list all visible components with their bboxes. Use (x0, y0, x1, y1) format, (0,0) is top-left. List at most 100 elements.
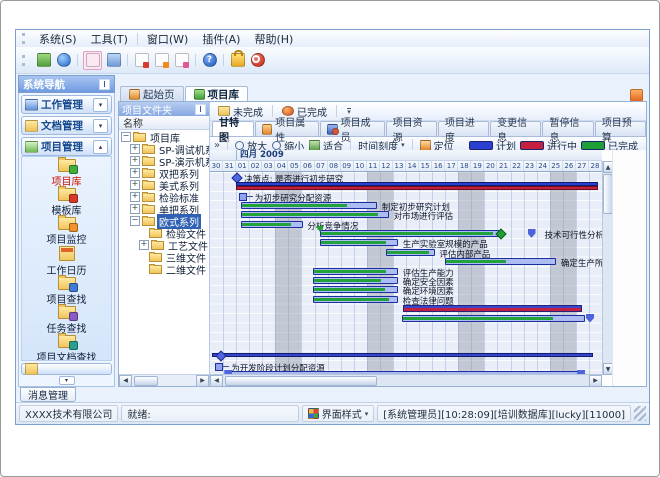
ui-style-selector[interactable]: 界面样式 ▾ (302, 405, 375, 422)
gantt-task-bar[interactable] (241, 202, 377, 209)
deadline-marker-icon[interactable] (528, 229, 536, 238)
expand-icon[interactable]: + (130, 156, 140, 166)
chevron-up-icon[interactable]: ▴ (93, 140, 108, 154)
report-pink-icon[interactable] (173, 52, 190, 69)
menu-item[interactable]: 帮助(H) (247, 30, 300, 48)
gantt-inprogress-bar[interactable] (403, 305, 582, 312)
weekend-shading (550, 172, 563, 375)
gantt-tab-项目预算[interactable]: 项目预算 (595, 121, 646, 136)
sidebar-item-项目库[interactable]: 项目库 (52, 159, 82, 188)
gantt-tab-项目属性[interactable]: 项目属性 (255, 121, 319, 136)
folder-monitor-icon (58, 217, 76, 230)
pin-icon[interactable] (99, 79, 110, 90)
folder-open-icon[interactable] (83, 51, 102, 70)
message-manager-tab[interactable]: 消息管理 (20, 387, 76, 402)
grid-line (236, 172, 237, 375)
badge (69, 223, 78, 232)
scroll-thumb[interactable] (225, 376, 377, 386)
expand-icon[interactable]: + (139, 240, 149, 250)
gantt-task-bar[interactable] (241, 221, 302, 228)
sidebar-item-项目文档查找[interactable]: 项目文档查找 (37, 335, 97, 361)
menu-item[interactable]: 插件(A) (195, 30, 247, 48)
gantt-tab-项目资源[interactable]: 项目资源 (386, 121, 437, 136)
sidebar-item-项目查找[interactable]: 项目查找 (47, 277, 87, 306)
collapse-icon[interactable]: − (121, 132, 131, 142)
globe-icon[interactable] (55, 52, 72, 69)
image-icon[interactable] (35, 52, 52, 69)
help-icon[interactable]: ? (201, 52, 218, 69)
deadline-marker-icon[interactable] (586, 314, 594, 323)
menu-item[interactable]: 工具(T) (84, 30, 135, 48)
scroll-left-icon[interactable]: ◀ (210, 375, 223, 387)
gantt-task-bar[interactable] (313, 277, 398, 284)
locate-icon (420, 140, 431, 151)
gantt-tab-项目成员[interactable]: 项目成员 (320, 121, 384, 136)
scroll-right-icon[interactable]: ▶ (589, 375, 602, 387)
tree-column-header[interactable]: 名称 (119, 116, 209, 130)
task-label: 技术可行性分析 (545, 229, 603, 241)
gantt-task-bar[interactable] (320, 230, 502, 237)
sidebar-group-文档管理[interactable]: 文档管理▾ (21, 116, 112, 135)
tree-panel-header: 项目文件夹 (119, 102, 209, 116)
expand-icon[interactable]: + (130, 168, 140, 178)
gantt-task-bar[interactable] (313, 268, 398, 275)
scroll-more-icon[interactable]: ▾ (59, 376, 75, 385)
sidebar-group-项目管理[interactable]: 项目管理▴ (21, 137, 112, 156)
gantt-task-bar[interactable] (313, 286, 398, 293)
sidebar-group-partial[interactable] (21, 363, 112, 375)
sidebar-item-项目监控[interactable]: 项目监控 (47, 217, 87, 246)
tree-item-二维文件[interactable]: 二维文件 (119, 263, 209, 275)
scroll-left-icon[interactable]: ◀ (119, 375, 132, 387)
gantt-tab-项目进度[interactable]: 项目进度 (438, 121, 489, 136)
scroll-thumb[interactable] (134, 376, 158, 386)
day-header-24: 24 (537, 161, 550, 171)
logout-icon[interactable] (249, 52, 266, 69)
drag-grip[interactable] (22, 55, 28, 66)
report-red-icon[interactable] (133, 52, 150, 69)
gantt-task-bar[interactable] (320, 239, 398, 246)
day-header-30: 30 (210, 161, 223, 171)
drag-grip[interactable] (22, 33, 28, 44)
menu-item[interactable]: 系统(S) (32, 30, 84, 48)
gantt-task-bar[interactable] (241, 211, 389, 218)
scroll-right-icon[interactable]: ▶ (196, 375, 209, 387)
pin-icon[interactable] (195, 104, 206, 115)
resource-marker-icon[interactable] (239, 193, 247, 201)
gantt-tab-甘特图[interactable]: 甘特图 (212, 121, 254, 136)
sidebar-item-工作日历[interactable]: 工作日历 (47, 246, 87, 277)
report-orange-icon[interactable] (153, 52, 170, 69)
collapse-icon[interactable]: − (130, 216, 140, 226)
sidebar-item-模板库[interactable]: 模板库 (52, 188, 82, 217)
gantt-summary-bar[interactable] (212, 353, 593, 357)
chevron-down-icon[interactable]: ▾ (93, 119, 108, 133)
gantt-tab-变更信息[interactable]: 变更信息 (490, 121, 541, 136)
folder-icon (151, 241, 164, 250)
day-header-01: 01 (236, 161, 249, 171)
tree-hscrollbar[interactable]: ◀ ▶ (119, 374, 209, 386)
expand-icon[interactable]: + (130, 180, 140, 190)
expand-icon[interactable]: + (130, 204, 140, 214)
gantt-task-bar[interactable] (445, 258, 556, 265)
lock-icon[interactable] (229, 52, 246, 69)
folder-window-icon[interactable] (105, 52, 122, 69)
expand-icon[interactable]: + (130, 144, 140, 154)
gantt-hscrollbar[interactable]: ◀ ▶ (210, 374, 602, 386)
chevron-down-icon[interactable]: ▾ (93, 98, 108, 112)
gantt-task-bar[interactable] (402, 315, 585, 322)
day-header-09: 09 (341, 161, 354, 171)
gantt-task-bar[interactable] (386, 249, 434, 256)
sidebar-group-工作管理[interactable]: 工作管理▾ (21, 95, 112, 114)
gantt-task-bar[interactable] (313, 296, 398, 303)
sidebar-item-任务查找[interactable]: 任务查找 (47, 306, 87, 335)
resize-grip[interactable] (634, 406, 646, 421)
connector-line (222, 366, 229, 367)
expand-icon[interactable]: + (130, 192, 140, 202)
doc-tab-项目库[interactable]: 项目库 (185, 86, 249, 102)
gantt-tab-暂停信息[interactable]: 暂停信息 (542, 121, 593, 136)
menu-item[interactable]: 窗口(W) (140, 30, 195, 48)
gantt-summary-progress-bar[interactable] (236, 186, 598, 190)
main-area: 系统导航 工作管理▾文档管理▾项目管理▴项目库模板库项目监控工作日历项目查找任务… (18, 75, 647, 387)
resource-marker-icon[interactable] (215, 363, 223, 371)
toolbar-overflow[interactable]: » (214, 140, 220, 151)
doc-tab-起始页[interactable]: 起始页 (120, 86, 184, 102)
